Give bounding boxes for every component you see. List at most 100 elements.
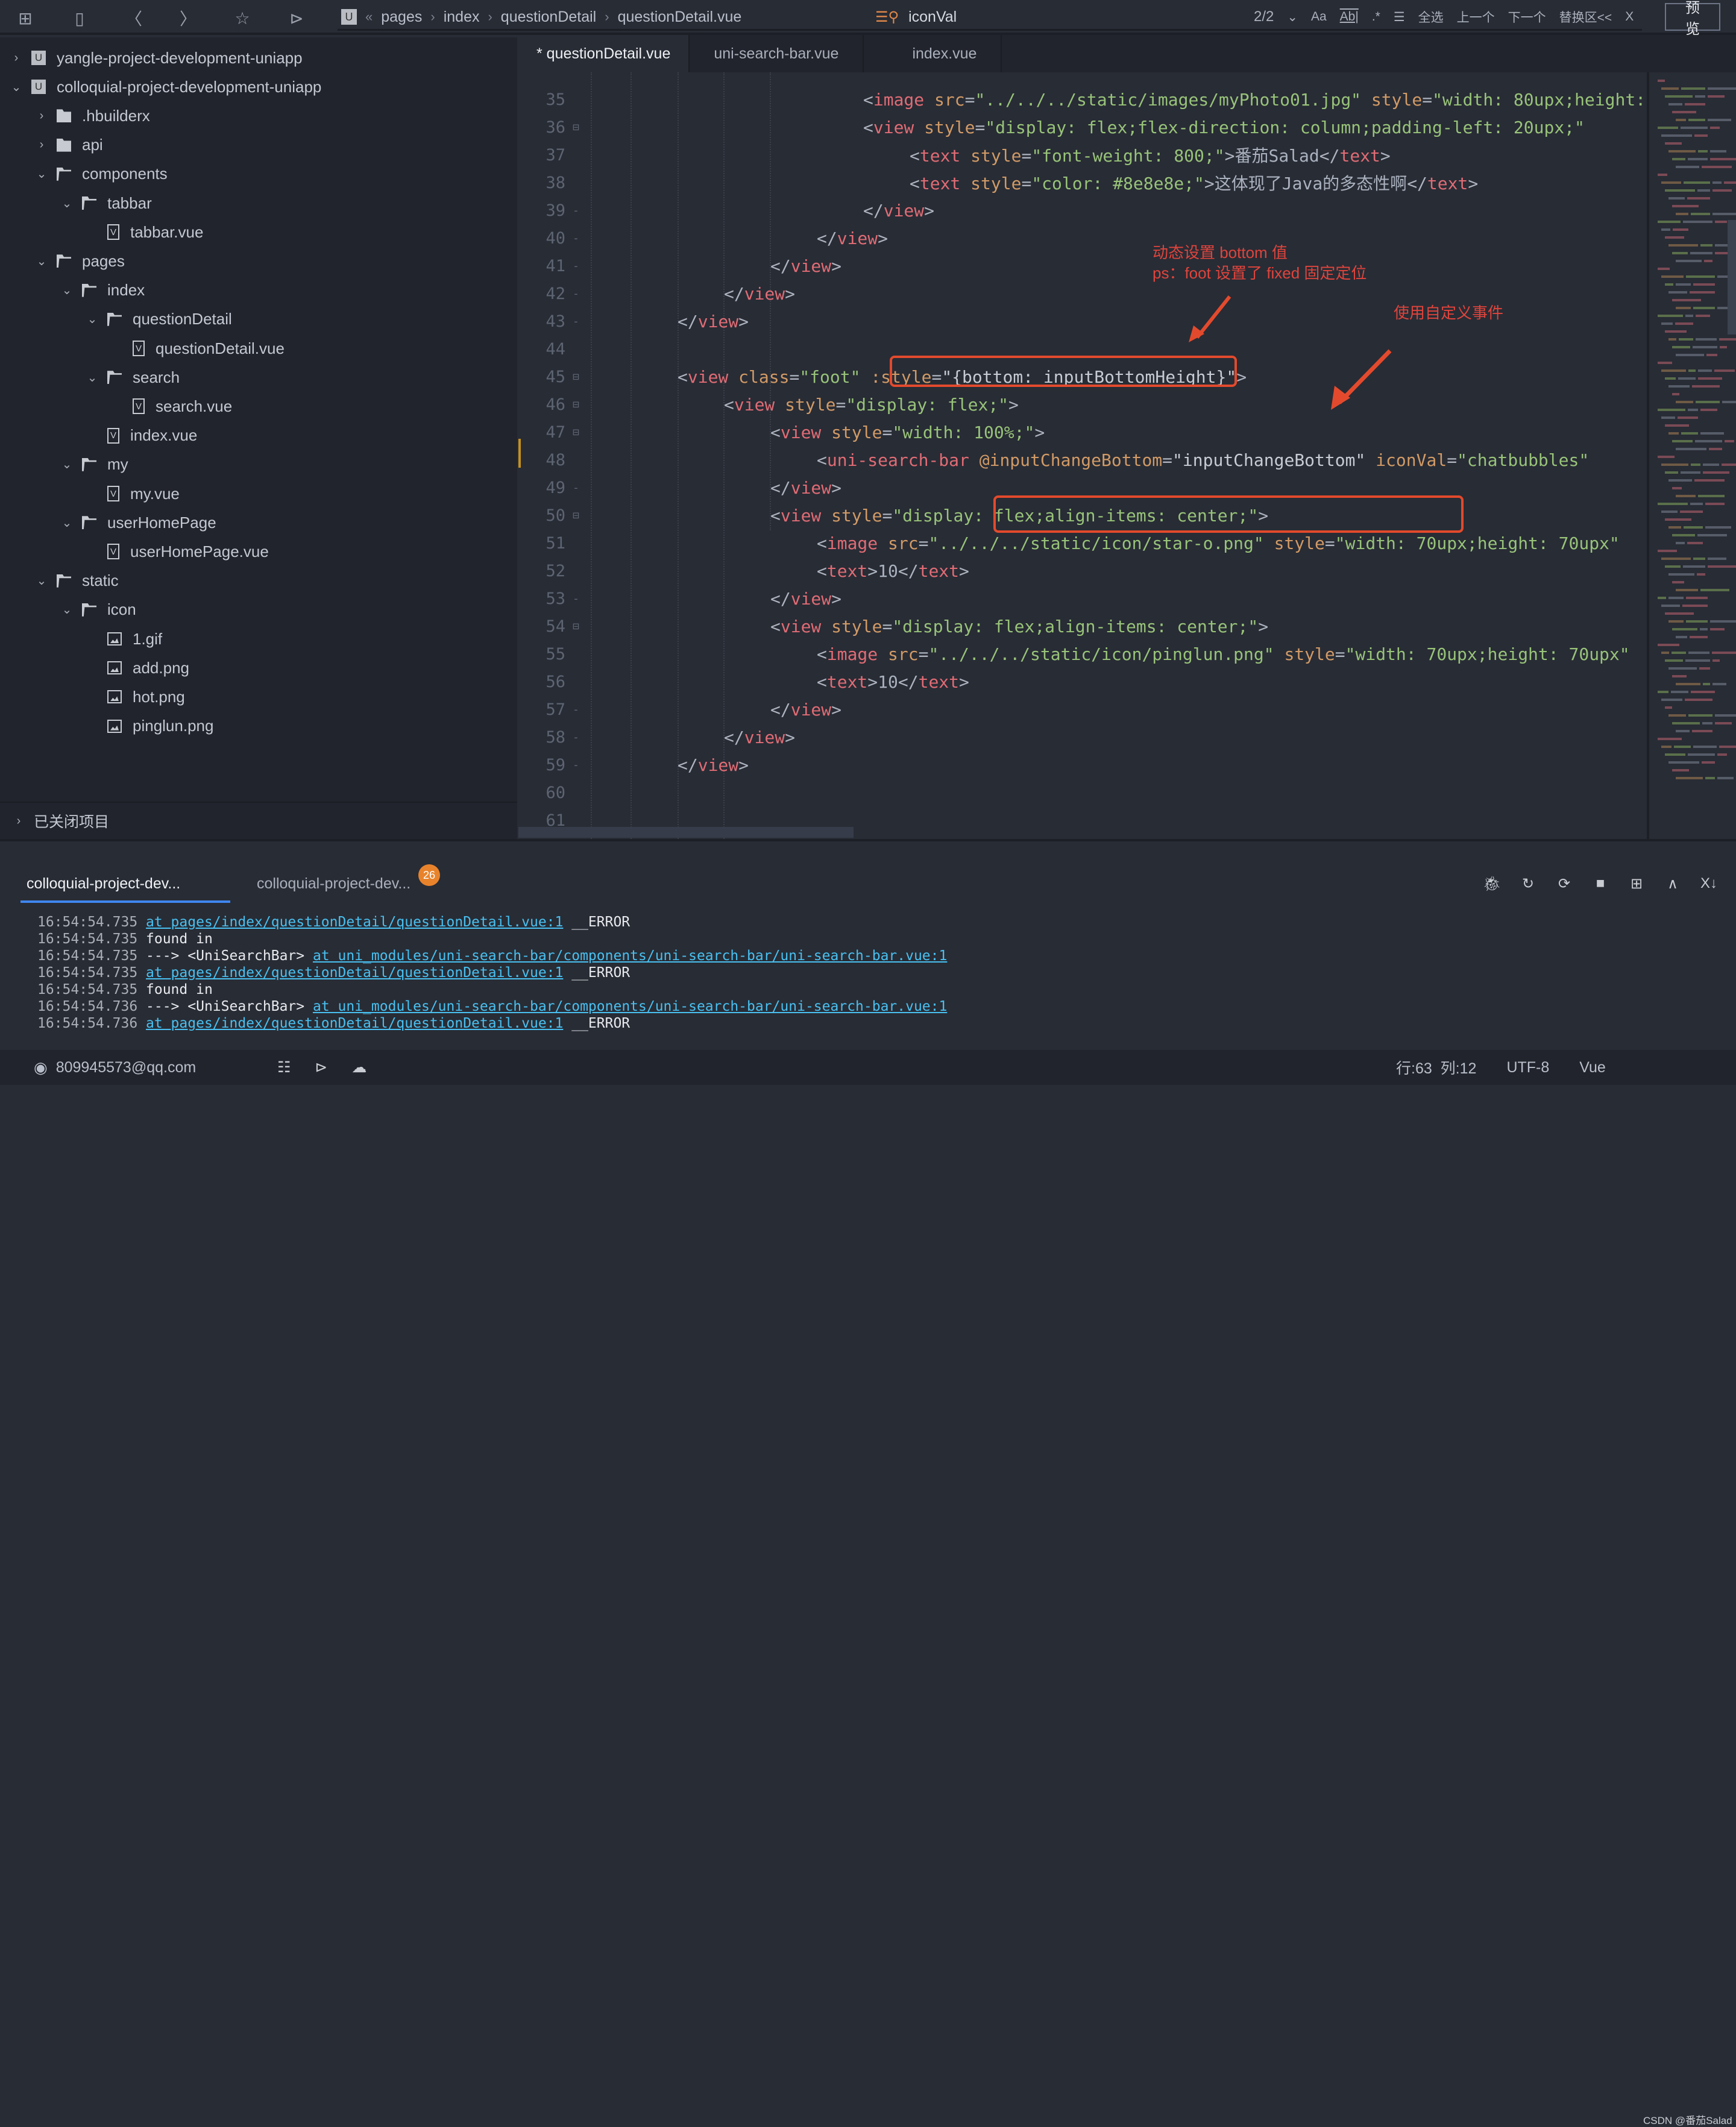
log-source-link[interactable]: at pages/index/questionDetail/questionDe… xyxy=(146,1016,563,1031)
tree-item[interactable]: ⌄ tabbar xyxy=(0,189,152,218)
log-source-link[interactable]: at uni_modules/uni-search-bar/components… xyxy=(313,999,947,1014)
chevron-down-icon[interactable]: ⌄ xyxy=(60,515,74,530)
breadcrumb-item[interactable]: index xyxy=(444,8,480,26)
minimap[interactable] xyxy=(1647,72,1736,839)
vertical-scrollbar[interactable] xyxy=(1728,220,1736,335)
minimap-segment xyxy=(1672,205,1699,207)
chevron-down-icon[interactable]: ⌄ xyxy=(60,283,74,298)
whole-word-toggle[interactable]: Ab| xyxy=(1340,10,1359,24)
tree-item[interactable]: Vtabbar.vue xyxy=(0,218,203,247)
chevron-down-icon[interactable]: ⌄ xyxy=(10,80,23,95)
tree-item[interactable]: 1.gif xyxy=(0,624,162,653)
chevron-down-icon[interactable]: ⌄ xyxy=(35,166,48,181)
match-case-toggle[interactable]: Aa xyxy=(1311,10,1327,24)
tree-item[interactable]: ⌄ pages xyxy=(0,247,125,275)
chevron-down-icon[interactable]: ⌄ xyxy=(35,254,48,269)
minimap-segment xyxy=(1672,252,1688,254)
tree-item[interactable]: › .hbuilderx xyxy=(0,101,150,130)
tree-item[interactable]: ⌄ icon xyxy=(0,595,136,624)
tree-item[interactable]: ⌄ search xyxy=(0,363,180,392)
tree-item[interactable]: ⌄ static xyxy=(0,567,119,595)
closed-projects-section[interactable]: › 已关闭项目 xyxy=(0,802,517,839)
breadcrumb-item[interactable]: questionDetail xyxy=(501,8,596,26)
tree-item-label: userHomePage.vue xyxy=(130,542,269,561)
account[interactable]: ◉ 809945573@qq.com xyxy=(34,1058,196,1077)
chevron-right-icon[interactable]: › xyxy=(35,138,48,152)
back-icon[interactable]: 〈 xyxy=(122,6,146,30)
select-all-button[interactable]: 全选 xyxy=(1418,8,1444,26)
regex-toggle-icon[interactable]: .* xyxy=(1372,10,1380,24)
chevron-down-icon[interactable]: ⌄ xyxy=(35,573,48,588)
horizontal-scrollbar[interactable] xyxy=(518,827,854,838)
run-icon[interactable]: ⊳ xyxy=(285,6,309,30)
debug-icon[interactable]: 🐞︎ xyxy=(1483,875,1501,893)
collapse-up-icon[interactable]: ∧ xyxy=(1664,875,1682,893)
tree-item[interactable]: Vindex.vue xyxy=(0,421,197,450)
tree-item[interactable]: › api xyxy=(0,131,103,160)
stop-icon[interactable]: ■ xyxy=(1591,875,1609,893)
minimap-segment xyxy=(1675,322,1693,325)
log-source-link[interactable]: at pages/index/questionDetail/questionDe… xyxy=(146,965,563,981)
outline-icon[interactable]: ☷ xyxy=(277,1058,291,1076)
tree-item[interactable]: Vsearch.vue xyxy=(0,392,232,421)
next-match-button[interactable]: 下一个 xyxy=(1508,8,1546,26)
log-source-link[interactable]: at uni_modules/uni-search-bar/components… xyxy=(313,948,947,964)
rerun-icon[interactable]: ⟳ xyxy=(1555,875,1573,893)
tree-item[interactable]: › Uyangle-project-development-uniapp xyxy=(0,43,303,72)
console-tab-active[interactable]: colloquial-project-dev... xyxy=(27,867,180,900)
breadcrumb-item[interactable]: pages xyxy=(381,8,422,26)
tree-item[interactable]: VuserHomePage.vue xyxy=(0,537,269,566)
restart-icon[interactable]: ↻ xyxy=(1519,875,1537,893)
save-icon[interactable]: ▯ xyxy=(68,6,92,30)
preview-button[interactable]: 预览 xyxy=(1665,0,1720,37)
chevron-down-icon[interactable]: ⌄ xyxy=(86,312,99,327)
tree-item[interactable]: ⌄ Ucolloquial-project-development-uniapp xyxy=(0,72,322,101)
chevron-right-icon[interactable]: › xyxy=(10,51,23,65)
tab-uni-search-bar[interactable]: uni-search-bar.vue xyxy=(690,35,864,72)
new-terminal-icon[interactable]: ⊞ xyxy=(1628,875,1646,893)
console-tab[interactable]: colloquial-project-dev... xyxy=(257,867,410,900)
chevron-down-icon[interactable]: ⌄ xyxy=(60,457,74,472)
tree-item[interactable]: ⌄ my xyxy=(0,450,128,479)
minimap-segment xyxy=(1683,565,1705,568)
replace-toggle-button[interactable]: 替换区<< xyxy=(1559,8,1612,26)
tree-item[interactable]: ⌄ index xyxy=(0,276,145,305)
forward-icon[interactable]: 〉 xyxy=(176,6,200,30)
previous-match-button[interactable]: 上一个 xyxy=(1457,8,1495,26)
tree-item[interactable]: hot.png xyxy=(0,682,185,711)
tree-item[interactable]: ⌄ components xyxy=(0,160,168,189)
breadcrumb-collapse-icon[interactable]: « xyxy=(365,9,373,25)
tree-item[interactable]: Vmy.vue xyxy=(0,479,180,508)
folder-open-icon xyxy=(82,283,96,297)
tree-item[interactable]: ⌄ userHomePage xyxy=(0,508,216,537)
close-find-button[interactable]: X xyxy=(1625,10,1634,24)
cloud-icon[interactable]: ☁ xyxy=(351,1058,366,1076)
chevron-down-icon[interactable]: ⌄ xyxy=(86,370,99,385)
find-bar: ☰⚲ iconVal xyxy=(875,4,957,30)
chevron-right-icon[interactable]: › xyxy=(35,109,48,123)
find-in-selection-icon[interactable]: ☰ xyxy=(1394,10,1405,25)
tab-questionDetail[interactable]: * questionDetail.vue xyxy=(518,35,690,72)
encoding[interactable]: UTF-8 xyxy=(1506,1059,1549,1076)
code-editor[interactable]: 35 <image src="../../../static/images/myP… xyxy=(518,72,1647,839)
tab-index[interactable]: index.vue xyxy=(864,35,1002,72)
tree-item-label: hot.png xyxy=(133,687,185,706)
favorite-icon[interactable]: ☆ xyxy=(230,6,254,30)
history-dropdown-icon[interactable]: ⌄ xyxy=(1287,10,1298,25)
chevron-down-icon[interactable]: ⌄ xyxy=(60,602,74,617)
log-source-link[interactable]: at pages/index/questionDetail/questionDe… xyxy=(146,914,563,930)
new-file-icon[interactable]: ⊞ xyxy=(13,6,37,30)
language-mode[interactable]: Vue xyxy=(1579,1059,1606,1076)
clear-icon[interactable]: X↓ xyxy=(1700,875,1718,893)
minimap-segment xyxy=(1658,174,1667,176)
terminal-icon[interactable]: ⊳ xyxy=(315,1058,327,1076)
tree-item[interactable]: ⌄ questionDetail xyxy=(0,305,232,334)
find-input[interactable]: iconVal xyxy=(908,8,957,26)
tree-item[interactable]: VquestionDetail.vue xyxy=(0,334,285,363)
cursor-position[interactable]: 行:63 列:12 xyxy=(1396,1057,1476,1078)
tree-item[interactable]: add.png xyxy=(0,653,189,682)
tree-item[interactable]: pinglun.png xyxy=(0,712,213,741)
breadcrumb-item[interactable]: questionDetail.vue xyxy=(618,8,742,26)
chevron-down-icon[interactable]: ⌄ xyxy=(60,196,74,211)
log-timestamp: 16:54:54.736 xyxy=(37,999,146,1014)
